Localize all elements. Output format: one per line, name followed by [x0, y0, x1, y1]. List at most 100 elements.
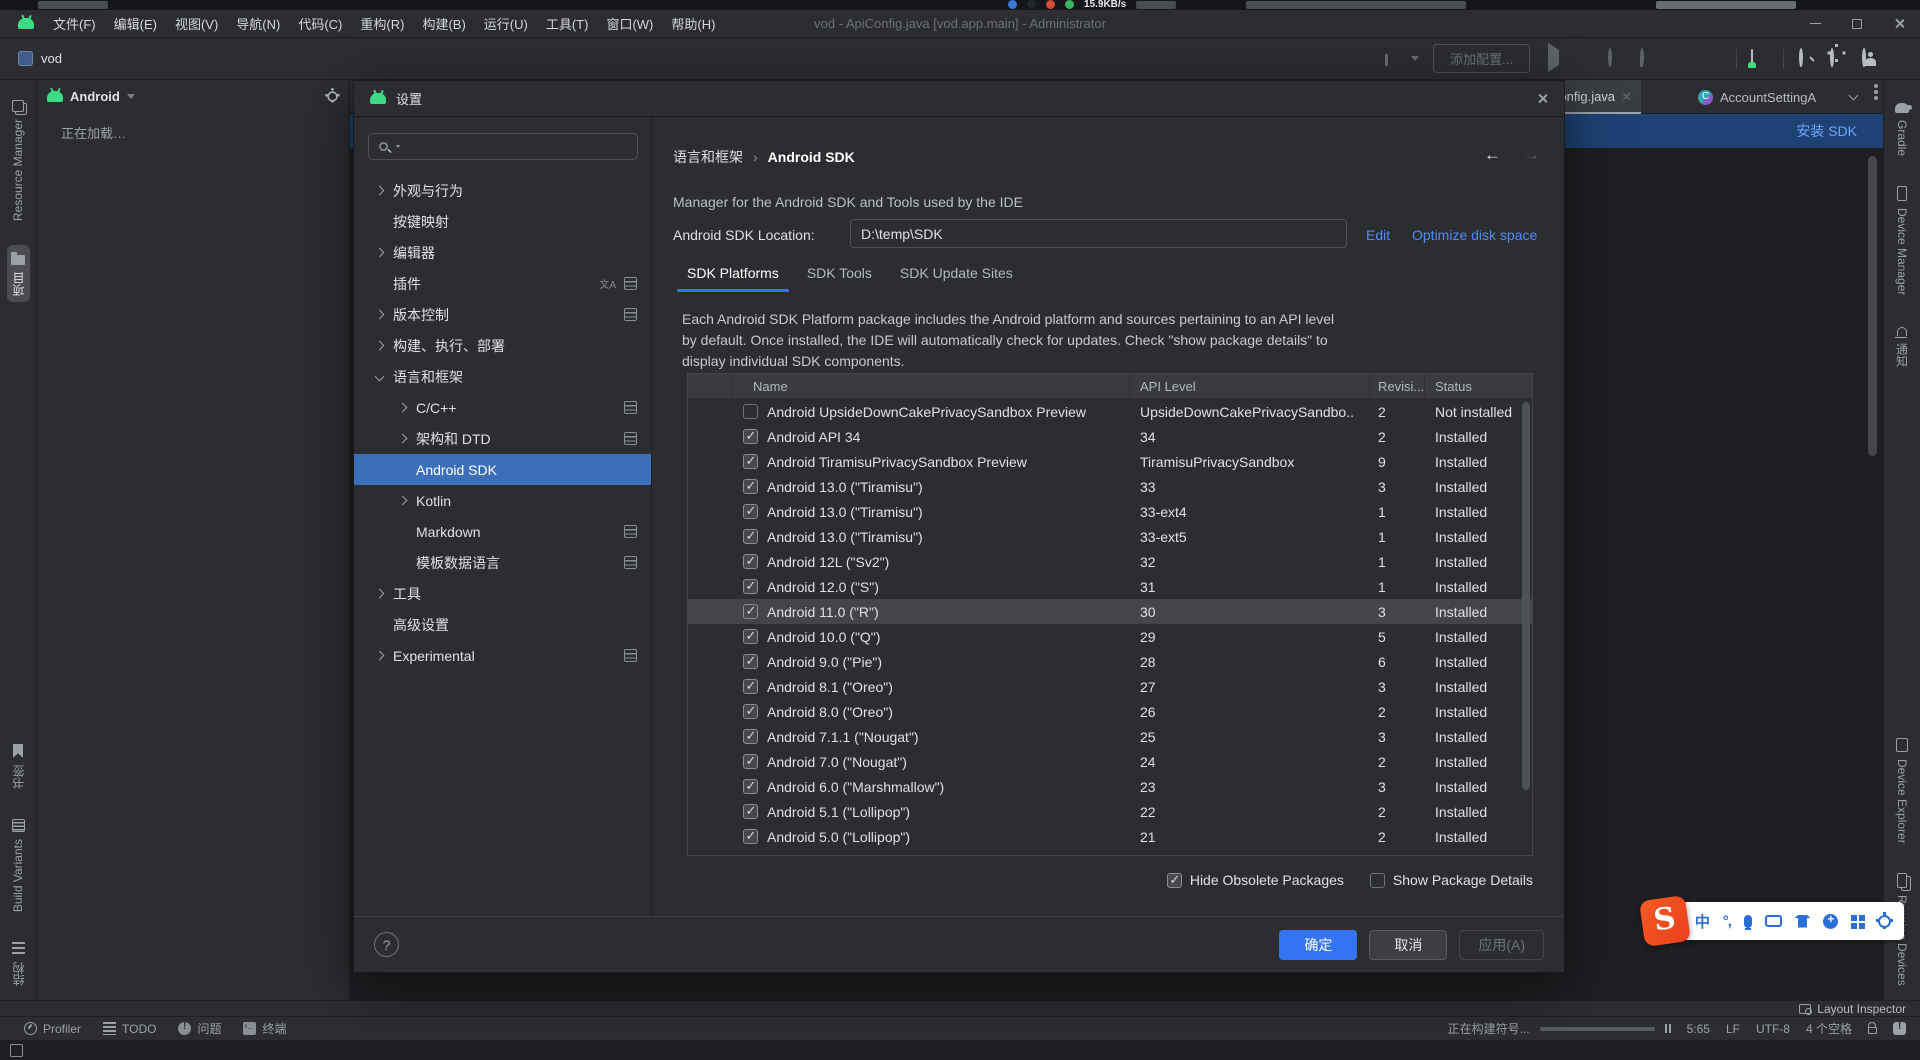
tool-window-button[interactable]: 书签	[7, 738, 30, 795]
run-button[interactable]	[1544, 50, 1562, 68]
caret-position[interactable]: 5:65	[1687, 1022, 1710, 1036]
menu-item[interactable]: 运行(U)	[475, 10, 537, 37]
sdk-location-input[interactable]	[850, 219, 1347, 248]
settings-button[interactable]	[1830, 50, 1848, 68]
table-row[interactable]: Android 5.1 ("Lollipop") 22 2 Installed	[688, 799, 1532, 824]
chevron-down-icon[interactable]	[374, 372, 384, 382]
menu-item[interactable]: 工具(T)	[537, 10, 598, 37]
coverage-button[interactable]	[1608, 50, 1626, 68]
menu-item[interactable]: 帮助(H)	[662, 10, 724, 37]
show-details-checkbox[interactable]	[1370, 873, 1385, 888]
settings-tree-item[interactable]: 按键映射	[354, 206, 651, 237]
menu-item[interactable]: 窗口(W)	[597, 10, 662, 37]
forward-arrow-icon[interactable]: →	[1523, 145, 1540, 165]
package-checkbox[interactable]	[743, 529, 758, 544]
chevron-right-icon[interactable]	[374, 341, 384, 351]
settings-search-input[interactable]	[406, 139, 606, 154]
tray-green-icon[interactable]	[1065, 0, 1074, 9]
package-checkbox[interactable]	[743, 679, 758, 694]
chevron-down-icon[interactable]	[127, 94, 135, 99]
panel-gear-icon[interactable]	[327, 91, 337, 101]
chevron-right-icon[interactable]	[397, 496, 407, 506]
device-manager-button[interactable]	[1751, 50, 1769, 68]
tool-window-button[interactable]: 通知	[1891, 319, 1914, 373]
tool-window-button[interactable]: Gradle	[1892, 94, 1912, 162]
toolbox-icon[interactable]	[1851, 915, 1857, 921]
table-row[interactable]: Android 10.0 ("Q") 29 5 Installed	[688, 624, 1532, 649]
menu-item[interactable]: 导航(N)	[227, 10, 289, 37]
name-column-header[interactable]: Name	[733, 374, 1130, 398]
package-checkbox[interactable]	[743, 554, 758, 569]
apply-button[interactable]: 应用(A)	[1459, 930, 1544, 960]
tool-window-button[interactable]: Device Explorer	[1892, 732, 1912, 850]
chevron-right-icon[interactable]	[374, 248, 384, 258]
tool-window-button[interactable]: Build Variants	[8, 813, 28, 918]
breadcrumb-parent[interactable]: 语言和框架	[673, 147, 743, 167]
search-everywhere-button[interactable]	[1798, 50, 1816, 68]
cancel-button[interactable]: 取消	[1369, 930, 1447, 960]
tool-window-button[interactable]: 问题	[178, 1020, 221, 1037]
tool-window-button[interactable]: 项目	[7, 245, 30, 302]
table-row[interactable]: Android 12.0 ("S") 31 1 Installed	[688, 574, 1532, 599]
package-checkbox[interactable]	[743, 454, 758, 469]
table-row[interactable]: Android 7.1.1 ("Nougat") 25 3 Installed	[688, 724, 1532, 749]
menu-item[interactable]: 编辑(E)	[105, 10, 166, 37]
package-checkbox[interactable]	[743, 754, 758, 769]
attach-debugger-button[interactable]	[1672, 50, 1690, 68]
chevron-right-icon[interactable]	[397, 403, 407, 413]
package-checkbox[interactable]	[743, 729, 758, 744]
tool-window-button[interactable]: 结构	[7, 936, 30, 992]
settings-tree-item[interactable]: Experimental	[354, 640, 651, 671]
ok-button[interactable]: 确定	[1279, 930, 1357, 960]
table-row[interactable]: Android 5.0 ("Lollipop") 21 2 Installed	[688, 824, 1532, 849]
settings-tree-item[interactable]: 编辑器	[354, 237, 651, 268]
tool-window-button[interactable]: Device Manager	[1892, 180, 1912, 301]
settings-tree-item[interactable]: C/C++	[354, 392, 651, 423]
table-header[interactable]: Name API Level Revisi... Status	[688, 374, 1532, 399]
hide-obsolete-packages-option[interactable]: Hide Obsolete Packages	[1167, 872, 1344, 888]
tray-security-icon[interactable]	[1046, 0, 1055, 9]
table-row[interactable]: Android 6.0 ("Marshmallow") 23 3 Install…	[688, 774, 1532, 799]
settings-tree-item[interactable]: 插件	[354, 268, 651, 299]
stop-button[interactable]	[1704, 50, 1722, 68]
chevron-right-icon[interactable]	[397, 434, 407, 444]
input-settings-icon[interactable]	[1878, 915, 1891, 928]
menu-item[interactable]: 构建(B)	[413, 10, 474, 37]
tool-window-button[interactable]: Profiler	[24, 1022, 81, 1036]
table-row[interactable]: Android 7.0 ("Nougat") 24 2 Installed	[688, 749, 1532, 774]
settings-tree-item[interactable]: 语言和框架	[354, 361, 651, 392]
dialog-title-bar[interactable]: 设置	[354, 81, 1564, 117]
table-scrollbar[interactable]	[1522, 402, 1530, 790]
package-checkbox[interactable]	[743, 504, 758, 519]
emoji-icon[interactable]	[1823, 914, 1838, 929]
package-checkbox[interactable]	[743, 829, 758, 844]
indent-setting[interactable]: 4 个空格	[1806, 1020, 1852, 1037]
package-checkbox[interactable]	[743, 479, 758, 494]
install-sdk-link[interactable]: 安装 SDK	[1796, 121, 1857, 141]
layout-inspector-button[interactable]: Layout Inspector	[1817, 1002, 1906, 1016]
file-encoding[interactable]: UTF-8	[1756, 1022, 1790, 1036]
menu-item[interactable]: 代码(C)	[289, 10, 351, 37]
table-row[interactable]: Android 11.0 ("R") 30 3 Installed	[688, 599, 1532, 624]
show-package-details-option[interactable]: Show Package Details	[1370, 872, 1533, 888]
chinese-mode-icon[interactable]	[1695, 911, 1710, 932]
tool-window-button[interactable]: TODO	[103, 1022, 156, 1036]
revision-column-header[interactable]: Revisi...	[1370, 374, 1425, 398]
tool-window-button[interactable]: Resource Manager	[8, 94, 28, 227]
settings-tree-item[interactable]: 构建、执行、部署	[354, 330, 651, 361]
build-dropdown-icon[interactable]	[1411, 56, 1419, 61]
back-arrow-icon[interactable]: ←	[1484, 145, 1501, 165]
table-row[interactable]: Android 9.0 ("Pie") 28 6 Installed	[688, 649, 1532, 674]
close-button[interactable]	[1878, 10, 1920, 37]
table-row[interactable]: Android 8.1 ("Oreo") 27 3 Installed	[688, 674, 1532, 699]
project-widget[interactable]: vod	[18, 51, 62, 66]
editor-tab[interactable]: AccountSettingA	[1688, 80, 1826, 114]
pause-icon[interactable]	[1665, 1024, 1671, 1033]
line-separator[interactable]: LF	[1726, 1022, 1740, 1036]
tab-close-icon[interactable]	[1622, 92, 1631, 101]
skin-icon[interactable]	[1794, 915, 1810, 928]
sdk-tab[interactable]: SDK Update Sites	[886, 257, 1027, 292]
tray-browser-icon[interactable]	[1008, 0, 1017, 9]
package-checkbox[interactable]	[743, 579, 758, 594]
settings-tree-item[interactable]: 高级设置	[354, 609, 651, 640]
